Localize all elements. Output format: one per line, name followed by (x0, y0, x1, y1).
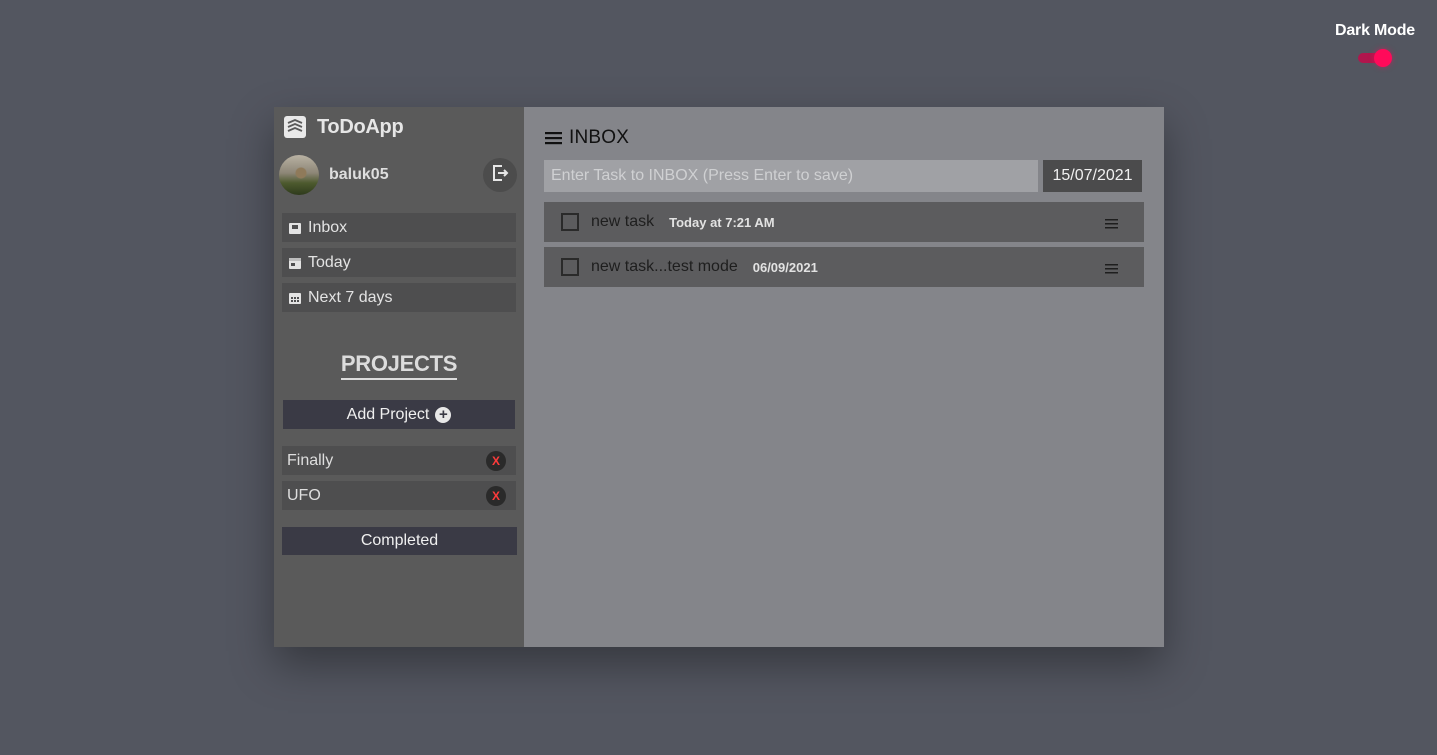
task-date: 06/09/2021 (752, 259, 818, 275)
nav-item-label: Inbox (308, 218, 348, 236)
projects-heading: PROJECTS (274, 351, 524, 380)
add-project-label: Add Project (346, 405, 430, 423)
drag-handle-icon[interactable] (1105, 261, 1118, 274)
todo-app: ToDoApp baluk05 Inbox Today Next 7 days … (274, 107, 1164, 647)
task-item[interactable]: new task Today at 7:21 AM (544, 202, 1144, 242)
nav-item-inbox[interactable]: Inbox (282, 213, 516, 242)
nav-item-next-7-days[interactable]: Next 7 days (282, 283, 516, 312)
brand: ToDoApp (283, 115, 404, 139)
sidebar: ToDoApp baluk05 Inbox Today Next 7 days … (274, 107, 524, 647)
date-value: 15/07/2021 (1052, 167, 1133, 184)
logout-button[interactable] (483, 158, 517, 192)
task-item[interactable]: new task...test mode 06/09/2021 (544, 247, 1144, 287)
project-label: UFO (287, 486, 321, 504)
task-input[interactable] (544, 160, 1038, 192)
layers-icon (283, 115, 307, 139)
add-project-button[interactable]: Add Project + (283, 400, 515, 429)
dark-mode-control: Dark Mode (1332, 22, 1418, 68)
logout-icon (491, 164, 509, 187)
username: baluk05 (329, 166, 389, 183)
task-name: new task (591, 213, 655, 230)
calendar-week-icon (288, 291, 302, 305)
project-item-finally[interactable]: Finally X (282, 446, 516, 475)
plus-circle-icon: + (435, 406, 452, 423)
hamburger-menu-icon[interactable] (545, 131, 563, 145)
delete-project-button[interactable]: X (486, 451, 506, 471)
delete-project-button[interactable]: X (486, 486, 506, 506)
dark-mode-label: Dark Mode (1335, 22, 1415, 39)
main-panel: INBOX 15/07/2021 new task Today at 7:21 … (524, 107, 1164, 647)
projects-title: PROJECTS (340, 351, 457, 380)
task-date: Today at 7:21 AM (669, 214, 775, 230)
calendar-today-icon (288, 256, 302, 270)
task-name: new task...test mode (591, 258, 738, 275)
nav-item-today[interactable]: Today (282, 248, 516, 277)
completed-label: Completed (360, 532, 439, 549)
toggle-knob (1374, 49, 1392, 67)
nav-item-label: Next 7 days (308, 288, 393, 306)
inbox-icon (288, 221, 302, 235)
page-title: INBOX (569, 127, 630, 148)
project-label: Finally (287, 451, 334, 469)
dark-mode-toggle[interactable] (1358, 48, 1392, 68)
nav-menu: Inbox Today Next 7 days (282, 213, 516, 318)
project-item-ufo[interactable]: UFO X (282, 481, 516, 510)
project-list: Finally X UFO X (282, 446, 516, 516)
app-name: ToDoApp (317, 115, 404, 138)
date-picker[interactable]: 15/07/2021 (1043, 160, 1142, 192)
inbox-header: INBOX (545, 127, 629, 149)
nav-item-label: Today (308, 253, 351, 271)
task-checkbox[interactable] (561, 213, 579, 231)
user-panel: baluk05 (279, 154, 517, 196)
drag-handle-icon[interactable] (1105, 216, 1118, 229)
completed-button[interactable]: Completed (282, 527, 517, 555)
task-list: new task Today at 7:21 AM new task...tes… (544, 202, 1144, 292)
task-checkbox[interactable] (561, 258, 579, 276)
avatar (279, 155, 319, 195)
